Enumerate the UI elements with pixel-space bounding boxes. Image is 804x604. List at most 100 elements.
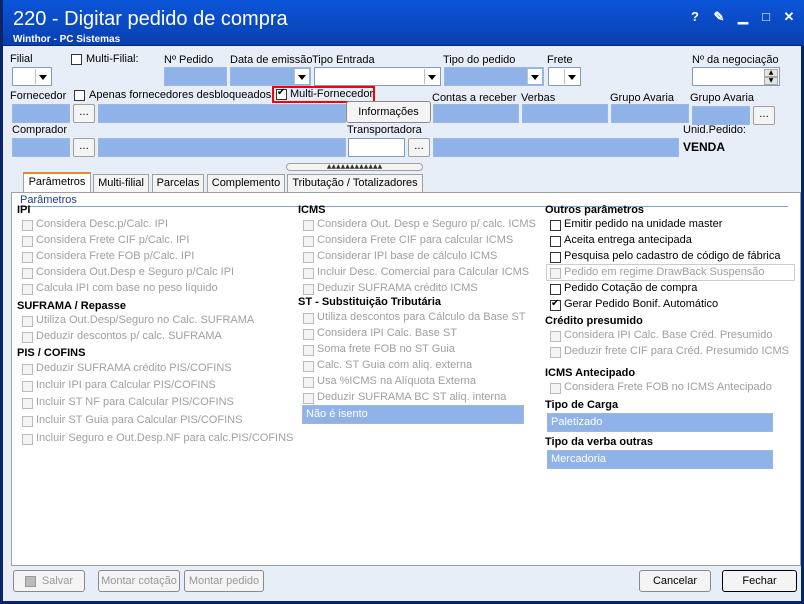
salvar-button[interactable]: Salvar	[13, 570, 85, 592]
ipi-checkbox[interactable]	[22, 236, 33, 247]
st-checkbox[interactable]	[303, 393, 314, 404]
chevron-down-icon[interactable]	[294, 69, 309, 84]
icms-heading: ICMS	[298, 204, 326, 216]
grupo-avaria-1-label: Grupo Avaria	[610, 92, 675, 104]
comprador-code-field[interactable]	[12, 138, 70, 157]
frete-select[interactable]	[548, 67, 581, 86]
icms-checkbox[interactable]	[303, 220, 314, 231]
ipi-checkbox[interactable]	[22, 284, 33, 295]
st-checkbox[interactable]	[303, 377, 314, 388]
ipi-item-label: Considera Out.Desp e Seguro p/Calc IPI	[36, 266, 235, 278]
comprador-name-field[interactable]	[98, 138, 346, 157]
informacoes-button[interactable]: Informações	[346, 101, 431, 123]
pis-item-label: Incluir IPI para Calcular PIS/COFINS	[36, 379, 216, 391]
tipo-entrada-label: Tipo Entrada	[312, 54, 375, 66]
credito-checkbox[interactable]	[550, 331, 561, 342]
tab-parcelas[interactable]: Parcelas	[152, 174, 204, 192]
grupo-avaria-search-button[interactable]: ...	[753, 106, 775, 125]
filial-select[interactable]	[12, 67, 52, 86]
grupo-avaria-1-field[interactable]	[611, 104, 689, 123]
outros-checkbox[interactable]	[550, 220, 561, 231]
grupo-avaria-2-label: Grupo Avaria	[690, 92, 755, 104]
credito-checkbox[interactable]	[550, 347, 561, 358]
icms-checkbox[interactable]	[303, 236, 314, 247]
multi-filial-label: Multi-Filial:	[86, 53, 139, 65]
multi-filial-checkbox[interactable]	[71, 54, 82, 65]
comprador-search-button[interactable]: ...	[73, 138, 95, 157]
outros-checkbox[interactable]	[550, 252, 561, 263]
credito-heading: Crédito presumido	[545, 315, 643, 327]
tipo-carga-select[interactable]: Paletizado	[547, 413, 773, 432]
transportadora-search-button[interactable]: ...	[408, 138, 430, 157]
tab-parametros[interactable]: Parâmetros	[23, 172, 91, 193]
fornecedor-search-button[interactable]: ...	[73, 104, 95, 123]
apenas-desbloqueados-label: Apenas fornecedores desbloqueados	[89, 89, 272, 101]
fornecedor-code-field[interactable]	[12, 104, 70, 123]
st-checkbox[interactable]	[303, 361, 314, 372]
chevron-down-icon[interactable]	[527, 69, 542, 84]
ipi-checkbox[interactable]	[22, 268, 33, 279]
pis-checkbox[interactable]	[22, 416, 33, 427]
fechar-button[interactable]: Fechar	[722, 570, 797, 592]
suframa-item-label: Deduzir descontos p/ calc. SUFRAMA	[36, 330, 222, 342]
maximize-icon[interactable]: □	[756, 8, 776, 26]
grupo-avaria-2-field[interactable]	[692, 106, 750, 125]
data-emissao-field[interactable]	[230, 67, 311, 86]
fornecedor-name-field[interactable]	[98, 104, 346, 123]
contas-receber-field[interactable]	[433, 104, 519, 123]
spin-down-icon[interactable]: ▼	[764, 77, 778, 85]
chevron-down-icon[interactable]	[424, 69, 439, 84]
num-negociacao-spinner[interactable]: ▲ ▼	[692, 67, 780, 86]
ipi-item-label: Considera Desc.p/Calc. IPI	[36, 218, 169, 230]
chevron-down-icon[interactable]	[35, 69, 50, 84]
transportadora-name-field[interactable]	[433, 138, 679, 157]
edit-icon[interactable]: ✎	[709, 8, 729, 26]
transportadora-code-field[interactable]	[348, 138, 405, 157]
pis-checkbox[interactable]	[22, 364, 33, 375]
save-icon	[24, 575, 36, 587]
help-icon[interactable]: ?	[685, 8, 705, 26]
tipo-entrada-select[interactable]	[314, 67, 441, 86]
chevron-down-icon[interactable]	[564, 69, 579, 84]
st-checkbox[interactable]	[303, 329, 314, 340]
pis-checkbox[interactable]	[22, 381, 33, 392]
outros-checkbox[interactable]	[550, 268, 561, 279]
outros-checkbox[interactable]	[550, 298, 561, 311]
close-icon[interactable]: ✕	[779, 8, 799, 26]
tipo-pedido-select[interactable]	[444, 67, 544, 86]
spin-up-icon[interactable]: ▲	[764, 69, 778, 77]
outros-checkbox[interactable]	[550, 284, 561, 295]
ipi-checkbox[interactable]	[22, 220, 33, 231]
st-isencao-select[interactable]: Não é isento	[302, 405, 524, 424]
cancelar-button[interactable]: Cancelar	[639, 570, 711, 592]
apenas-desbloqueados-checkbox[interactable]	[74, 90, 85, 101]
ipi-checkbox[interactable]	[22, 252, 33, 263]
montar-pedido-button[interactable]: Montar pedido	[184, 570, 264, 592]
tipo-verba-select[interactable]: Mercadoria	[547, 450, 773, 469]
verbas-field[interactable]	[522, 104, 608, 123]
minimize-icon[interactable]: ▁	[733, 8, 753, 26]
st-item-label: Soma frete FOB no ST Guia	[317, 343, 455, 355]
st-item-label: Usa %ICMS na Alíquota Externa	[317, 375, 476, 387]
st-item-label: Considera IPI Calc. Base ST	[317, 327, 458, 339]
pis-checkbox[interactable]	[22, 398, 33, 409]
suframa-checkbox[interactable]	[22, 332, 33, 343]
multi-fornecedor-checkbox[interactable]	[276, 87, 287, 100]
icms-checkbox[interactable]	[303, 284, 314, 295]
num-pedido-field[interactable]	[164, 67, 227, 86]
tab-complemento[interactable]: Complemento	[207, 174, 285, 192]
suframa-checkbox[interactable]	[22, 316, 33, 327]
pis-checkbox[interactable]	[22, 434, 33, 445]
outros-checkbox[interactable]	[550, 236, 561, 247]
st-checkbox[interactable]	[303, 313, 314, 324]
icms-checkbox[interactable]	[303, 252, 314, 263]
icms-item-label: Considera Frete CIF para calcular ICMS	[317, 234, 514, 246]
icms-checkbox[interactable]	[303, 268, 314, 279]
collapse-handle[interactable]: ▲▲▲▲▲▲▲▲▲▲▲▲	[286, 163, 423, 171]
tab-multi-filial[interactable]: Multi-filial	[93, 174, 149, 192]
ipi-item-label: Considera Frete FOB p/Calc. IPI	[36, 250, 195, 262]
tab-tributacao[interactable]: Tributação / Totalizadores	[287, 174, 423, 192]
icms-antecipado-checkbox[interactable]	[550, 383, 561, 394]
st-checkbox[interactable]	[303, 345, 314, 356]
montar-cotacao-button[interactable]: Montar cotação	[98, 570, 180, 592]
